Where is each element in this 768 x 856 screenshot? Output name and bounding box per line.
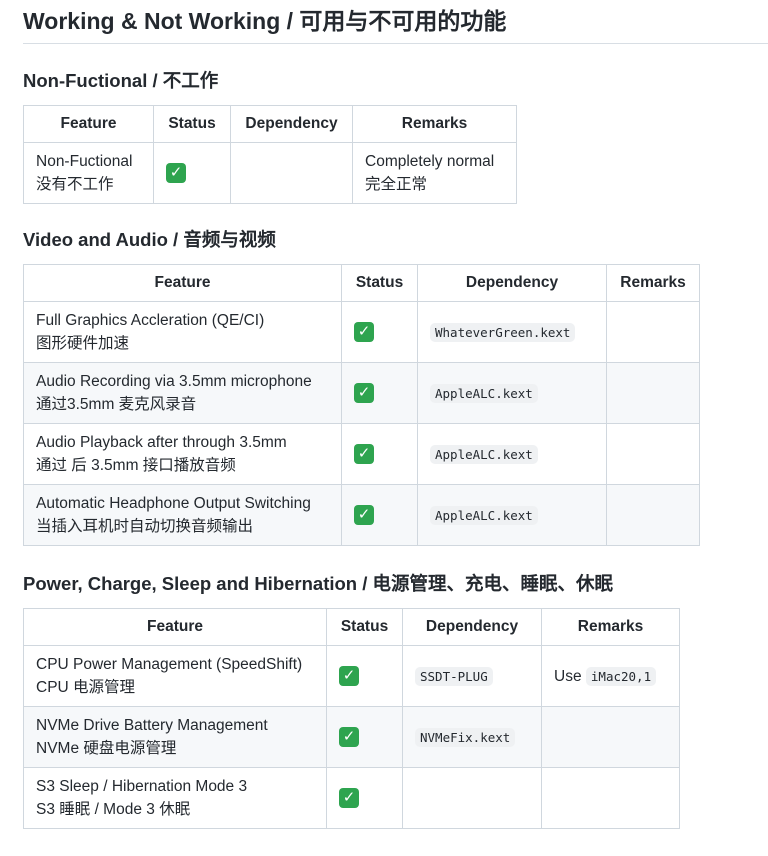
column-header-status: Status bbox=[153, 105, 231, 143]
feature-name-zh: 当插入耳机时自动切换音频输出 bbox=[36, 518, 254, 535]
dependency-cell: SSDT-PLUG bbox=[402, 645, 542, 707]
column-header-remarks: Remarks bbox=[352, 105, 517, 143]
check-icon: ✓ bbox=[339, 727, 359, 748]
remarks-zh: 完全正常 bbox=[365, 176, 428, 193]
remarks-cell bbox=[606, 423, 700, 485]
table-row: Audio Playback after through 3.5mm 通过 后 … bbox=[23, 423, 700, 485]
remarks-cell bbox=[606, 484, 700, 546]
remarks-cell bbox=[606, 301, 700, 363]
dependency-code: SSDT-PLUG bbox=[415, 666, 493, 686]
status-cell: ✓ bbox=[326, 645, 403, 707]
feature-cell: NVMe Drive Battery Management NVMe 硬盘电源管… bbox=[23, 706, 327, 768]
feature-name-zh: S3 睡眠 / Mode 3 休眠 bbox=[36, 801, 191, 818]
feature-name-zh: 没有不工作 bbox=[36, 176, 114, 193]
feature-name-en: CPU Power Management (SpeedShift) bbox=[36, 656, 303, 673]
feature-cell: Audio Recording via 3.5mm microphone 通过3… bbox=[23, 362, 342, 424]
feature-cell: Automatic Headphone Output Switching 当插入… bbox=[23, 484, 342, 546]
table-row: Non-Fuctional 没有不工作 ✓ Completely normal … bbox=[23, 142, 517, 204]
status-cell: ✓ bbox=[341, 301, 418, 363]
remarks-text: Use bbox=[554, 667, 582, 685]
section-heading-non-functional: Non-Fuctional / 不工作 bbox=[23, 70, 219, 91]
remarks-code: iMac20,1 bbox=[585, 666, 657, 686]
table-row: CPU Power Management (SpeedShift) CPU 电源… bbox=[23, 645, 680, 707]
page-title: Working & Not Working / 可用与不可用的功能 bbox=[23, 0, 768, 44]
feature-cell: Audio Playback after through 3.5mm 通过 后 … bbox=[23, 423, 342, 485]
feature-name-zh: 图形硬件加速 bbox=[36, 335, 130, 352]
remarks-cell: Completely normal 完全正常 bbox=[352, 142, 517, 204]
dependency-cell: AppleALC.kext bbox=[417, 362, 607, 424]
feature-name-zh: 通过3.5mm 麦克风录音 bbox=[36, 396, 197, 413]
feature-name-zh: CPU 电源管理 bbox=[36, 679, 136, 696]
feature-name-en: Audio Playback after through 3.5mm bbox=[36, 434, 287, 451]
dependency-cell bbox=[402, 767, 542, 829]
table-row: Automatic Headphone Output Switching 当插入… bbox=[23, 484, 700, 546]
check-icon: ✓ bbox=[354, 505, 374, 526]
feature-name-zh: NVMe 硬盘电源管理 bbox=[36, 740, 177, 757]
feature-cell: Full Graphics Accleration (QE/CI) 图形硬件加速 bbox=[23, 301, 342, 363]
document: Working & Not Working / 可用与不可用的功能 Non-Fu… bbox=[0, 0, 768, 829]
section-heading-video-audio: Video and Audio / 音频与视频 bbox=[23, 229, 276, 250]
column-header-dependency: Dependency bbox=[402, 608, 542, 646]
table-row: Full Graphics Accleration (QE/CI) 图形硬件加速… bbox=[23, 301, 700, 363]
feature-name-en: S3 Sleep / Hibernation Mode 3 bbox=[36, 778, 248, 795]
column-header-dependency: Dependency bbox=[417, 264, 607, 302]
feature-name-en: NVMe Drive Battery Management bbox=[36, 717, 268, 734]
check-icon: ✓ bbox=[339, 788, 359, 809]
feature-name-en: Non-Fuctional bbox=[36, 153, 133, 170]
dependency-cell: NVMeFix.kext bbox=[402, 706, 542, 768]
remarks-en: Completely normal bbox=[365, 153, 495, 170]
video-audio-table: Feature Status Dependency Remarks Full G… bbox=[23, 264, 700, 546]
remarks-cell bbox=[541, 706, 680, 768]
feature-cell: CPU Power Management (SpeedShift) CPU 电源… bbox=[23, 645, 327, 707]
table-header-row: Feature Status Dependency Remarks bbox=[23, 264, 700, 302]
check-icon: ✓ bbox=[354, 444, 374, 465]
dependency-cell bbox=[230, 142, 353, 204]
remarks-cell bbox=[541, 767, 680, 829]
column-header-remarks: Remarks bbox=[606, 264, 700, 302]
column-header-feature: Feature bbox=[23, 608, 327, 646]
check-icon: ✓ bbox=[354, 383, 374, 404]
status-cell: ✓ bbox=[153, 142, 231, 204]
feature-name-en: Automatic Headphone Output Switching bbox=[36, 495, 311, 512]
table-header-row: Feature Status Dependency Remarks bbox=[23, 105, 517, 143]
dependency-code: AppleALC.kext bbox=[430, 444, 538, 464]
table-header-row: Feature Status Dependency Remarks bbox=[23, 608, 680, 646]
dependency-code: AppleALC.kext bbox=[430, 383, 538, 403]
feature-name-en: Full Graphics Accleration (QE/CI) bbox=[36, 312, 265, 329]
column-header-feature: Feature bbox=[23, 264, 342, 302]
status-cell: ✓ bbox=[341, 423, 418, 485]
feature-cell: S3 Sleep / Hibernation Mode 3 S3 睡眠 / Mo… bbox=[23, 767, 327, 829]
column-header-remarks: Remarks bbox=[541, 608, 680, 646]
feature-name-en: Audio Recording via 3.5mm microphone bbox=[36, 373, 312, 390]
check-icon: ✓ bbox=[354, 322, 374, 343]
column-header-feature: Feature bbox=[23, 105, 154, 143]
feature-cell: Non-Fuctional 没有不工作 bbox=[23, 142, 154, 204]
status-cell: ✓ bbox=[341, 362, 418, 424]
dependency-code: WhateverGreen.kext bbox=[430, 322, 576, 342]
status-cell: ✓ bbox=[326, 706, 403, 768]
table-row: NVMe Drive Battery Management NVMe 硬盘电源管… bbox=[23, 706, 680, 768]
column-header-dependency: Dependency bbox=[230, 105, 353, 143]
check-icon: ✓ bbox=[339, 666, 359, 687]
remarks-cell: Use iMac20,1 bbox=[541, 645, 680, 707]
section-heading-power: Power, Charge, Sleep and Hibernation / 电… bbox=[23, 573, 614, 594]
table-row: S3 Sleep / Hibernation Mode 3 S3 睡眠 / Mo… bbox=[23, 767, 680, 829]
dependency-code: NVMeFix.kext bbox=[415, 727, 516, 747]
status-cell: ✓ bbox=[341, 484, 418, 546]
table-row: Audio Recording via 3.5mm microphone 通过3… bbox=[23, 362, 700, 424]
dependency-cell: AppleALC.kext bbox=[417, 484, 607, 546]
remarks-cell bbox=[606, 362, 700, 424]
dependency-code: AppleALC.kext bbox=[430, 505, 538, 525]
check-icon: ✓ bbox=[166, 163, 186, 184]
dependency-cell: WhateverGreen.kext bbox=[417, 301, 607, 363]
column-header-status: Status bbox=[341, 264, 418, 302]
column-header-status: Status bbox=[326, 608, 403, 646]
status-cell: ✓ bbox=[326, 767, 403, 829]
feature-name-zh: 通过 后 3.5mm 接口播放音频 bbox=[36, 457, 236, 474]
dependency-cell: AppleALC.kext bbox=[417, 423, 607, 485]
power-table: Feature Status Dependency Remarks CPU Po… bbox=[23, 608, 680, 829]
non-functional-table: Feature Status Dependency Remarks Non-Fu… bbox=[23, 105, 517, 204]
